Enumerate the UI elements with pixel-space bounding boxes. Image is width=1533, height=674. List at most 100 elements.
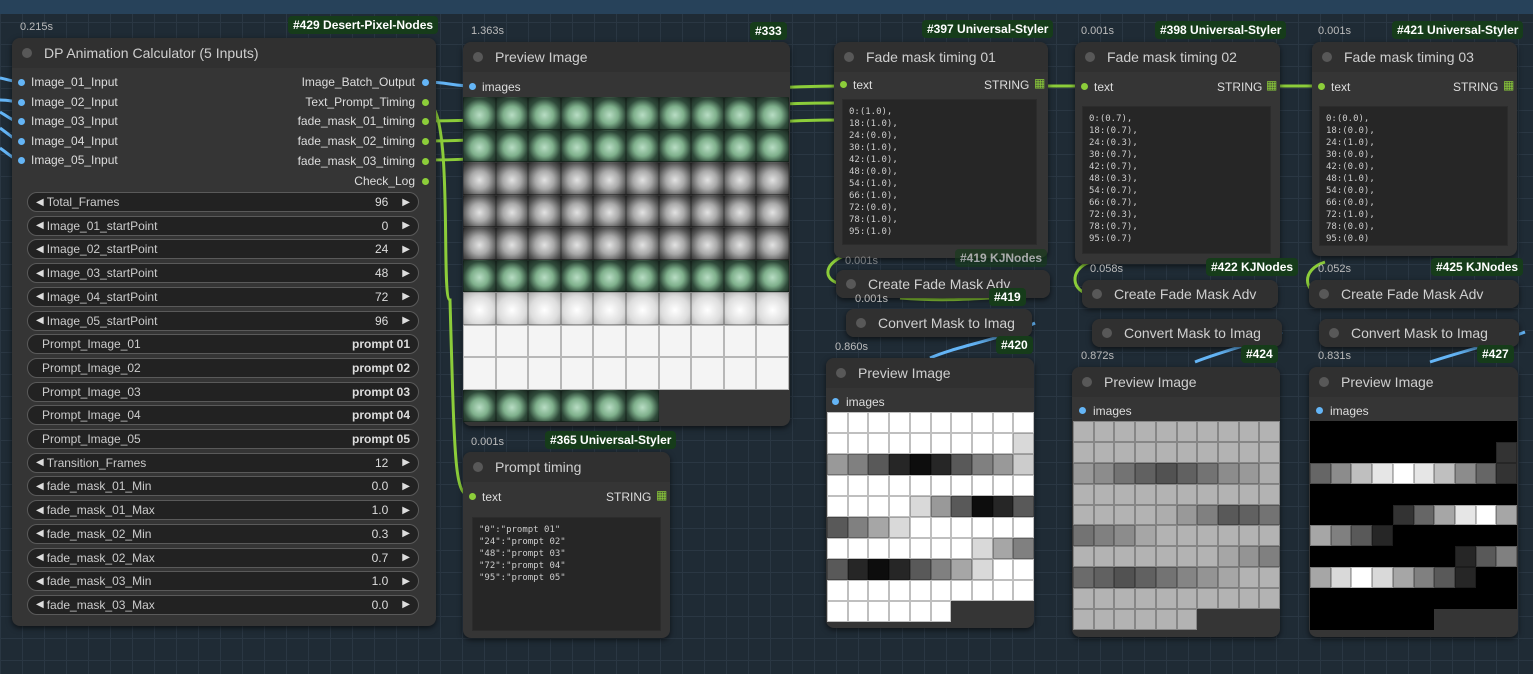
collapse-dot[interactable] <box>1092 289 1102 299</box>
increment-arrow-icon[interactable]: ▶ <box>402 244 410 255</box>
collapse-dot[interactable] <box>1329 328 1339 338</box>
increment-arrow-icon[interactable]: ▶ <box>402 576 410 587</box>
number-widget[interactable]: ◀ fade_mask_03_Min 1.0 ▶ <box>27 571 419 592</box>
node-convert-mask-425[interactable]: Convert Mask to Imag <box>1319 319 1519 347</box>
decrement-arrow-icon[interactable]: ◀ <box>36 291 44 302</box>
mask-frame <box>992 538 1014 559</box>
node-create-fade-mask-425[interactable]: Create Fade Mask Adv <box>1309 280 1519 308</box>
decrement-arrow-icon[interactable]: ◀ <box>36 220 44 231</box>
collapse-dot[interactable] <box>1082 377 1092 387</box>
collapse-dot[interactable] <box>1085 52 1095 62</box>
number-widget[interactable]: ◀ Total_Frames 96 ▶ <box>27 192 419 212</box>
input-socket[interactable] <box>1318 83 1325 90</box>
text-widget[interactable]: Prompt_Image_01 prompt 01 <box>27 334 419 355</box>
increment-arrow-icon[interactable]: ▶ <box>402 291 410 302</box>
collapse-dot[interactable] <box>836 368 846 378</box>
node-header[interactable]: Fade mask timing 01 <box>834 42 1048 72</box>
input-socket[interactable] <box>1081 83 1088 90</box>
collapse-dot[interactable] <box>846 279 856 289</box>
node-header[interactable]: Prompt timing <box>463 452 670 482</box>
decrement-arrow-icon[interactable]: ◀ <box>36 599 44 610</box>
node-header[interactable]: Preview Image <box>1309 367 1518 397</box>
number-widget[interactable]: ◀ fade_mask_01_Min 0.0 ▶ <box>27 476 419 497</box>
node-header[interactable]: Convert Mask to Imag <box>846 309 1032 337</box>
text-widget[interactable]: Prompt_Image_05 prompt 05 <box>27 429 419 449</box>
increment-arrow-icon[interactable]: ▶ <box>402 457 410 468</box>
increment-arrow-icon[interactable]: ▶ <box>402 481 410 492</box>
input-socket[interactable] <box>469 83 476 90</box>
input-socket[interactable] <box>832 398 839 405</box>
input-socket[interactable] <box>18 157 25 164</box>
text-output-area[interactable]: 0:(0.7), 18:(0.7), 24:(0.3), 30:(0.7), 4… <box>1082 106 1271 254</box>
text-widget[interactable]: Prompt_Image_04 prompt 04 <box>27 405 419 426</box>
collapse-dot[interactable] <box>1102 328 1112 338</box>
number-widget[interactable]: ◀ Image_05_startPoint 96 ▶ <box>27 310 419 331</box>
text-widget[interactable]: Prompt_Image_02 prompt 02 <box>27 357 419 378</box>
node-header[interactable]: Convert Mask to Imag <box>1319 319 1519 347</box>
input-socket[interactable] <box>18 118 25 125</box>
text-output-area[interactable]: 0:(1.0), 18:(1.0), 24:(0.0), 30:(1.0), 4… <box>842 99 1037 245</box>
input-socket[interactable] <box>18 137 25 145</box>
number-widget[interactable]: ◀ fade_mask_01_Max 1.0 ▶ <box>27 500 419 521</box>
decrement-arrow-icon[interactable]: ◀ <box>36 505 44 516</box>
text-output-area[interactable]: 0:(0.0), 18:(0.0), 24:(1.0), 30:(0.0), 4… <box>1319 106 1508 246</box>
decrement-arrow-icon[interactable]: ◀ <box>36 268 44 279</box>
collapse-dot[interactable] <box>1322 52 1332 62</box>
decrement-arrow-icon[interactable]: ◀ <box>36 528 44 539</box>
node-header[interactable]: DP Animation Calculator (5 Inputs) <box>12 38 436 68</box>
number-widget[interactable]: ◀ Image_02_startPoint 24 ▶ <box>27 239 419 260</box>
increment-arrow-icon[interactable]: ▶ <box>402 552 410 563</box>
decrement-arrow-icon[interactable]: ◀ <box>36 197 44 208</box>
input-socket[interactable] <box>18 98 25 106</box>
decrement-arrow-icon[interactable]: ◀ <box>36 481 44 492</box>
decrement-arrow-icon[interactable]: ◀ <box>36 552 44 563</box>
decrement-arrow-icon[interactable]: ◀ <box>36 576 44 587</box>
increment-arrow-icon[interactable]: ▶ <box>402 599 410 610</box>
decrement-arrow-icon[interactable]: ◀ <box>36 457 44 468</box>
node-header[interactable]: Fade mask timing 03 <box>1312 42 1517 72</box>
collapse-dot[interactable] <box>1319 289 1329 299</box>
node-convert-mask-422[interactable]: Convert Mask to Imag <box>1092 319 1282 347</box>
number-widget[interactable]: ◀ Image_04_startPoint 72 ▶ <box>27 286 419 307</box>
text-widget[interactable]: Prompt_Image_03 prompt 03 <box>27 381 419 402</box>
number-widget[interactable]: ◀ fade_mask_02_Max 0.7 ▶ <box>27 547 419 568</box>
increment-arrow-icon[interactable]: ▶ <box>402 505 410 516</box>
input-socket[interactable] <box>1079 407 1086 414</box>
node-header[interactable]: Create Fade Mask Adv <box>1082 280 1278 308</box>
node-convert-mask-419[interactable]: Convert Mask to Imag <box>846 309 1032 337</box>
collapse-dot[interactable] <box>22 48 32 58</box>
output-socket[interactable] <box>422 79 429 86</box>
node-header[interactable]: Fade mask timing 02 <box>1075 42 1280 72</box>
node-header[interactable]: Preview Image <box>826 358 1034 388</box>
output-socket[interactable] <box>422 177 429 185</box>
collapse-dot[interactable] <box>844 52 854 62</box>
text-output-area[interactable]: "0":"prompt 01" "24":"prompt 02" "48":"p… <box>472 517 661 631</box>
input-socket[interactable] <box>1316 407 1323 414</box>
node-create-fade-mask-422[interactable]: Create Fade Mask Adv <box>1082 280 1278 308</box>
number-widget[interactable]: ◀ fade_mask_03_Max 0.0 ▶ <box>27 594 419 615</box>
decrement-arrow-icon[interactable]: ◀ <box>36 315 44 326</box>
input-socket[interactable] <box>18 79 25 86</box>
collapse-dot[interactable] <box>473 462 483 472</box>
number-widget[interactable]: ◀ Transition_Frames 12 ▶ <box>27 452 419 473</box>
node-header[interactable]: Preview Image <box>1072 367 1280 397</box>
input-socket[interactable] <box>469 493 476 500</box>
collapse-dot[interactable] <box>1319 377 1329 387</box>
output-socket[interactable] <box>422 98 429 106</box>
increment-arrow-icon[interactable]: ▶ <box>402 197 410 208</box>
node-header[interactable]: Preview Image <box>463 42 790 72</box>
input-socket[interactable] <box>840 81 847 88</box>
collapse-dot[interactable] <box>856 318 866 328</box>
node-header[interactable]: Convert Mask to Imag <box>1092 319 1282 347</box>
increment-arrow-icon[interactable]: ▶ <box>402 528 410 539</box>
collapse-dot[interactable] <box>473 52 483 62</box>
increment-arrow-icon[interactable]: ▶ <box>402 315 410 326</box>
output-socket[interactable] <box>422 157 429 165</box>
number-widget[interactable]: ◀ Image_03_startPoint 48 ▶ <box>27 263 419 284</box>
number-widget[interactable]: ◀ fade_mask_02_Min 0.3 ▶ <box>27 523 419 544</box>
decrement-arrow-icon[interactable]: ◀ <box>36 244 44 255</box>
increment-arrow-icon[interactable]: ▶ <box>402 220 410 231</box>
number-widget[interactable]: ◀ Image_01_startPoint 0 ▶ <box>27 215 419 236</box>
increment-arrow-icon[interactable]: ▶ <box>402 268 410 279</box>
node-header[interactable]: Create Fade Mask Adv <box>1309 280 1519 308</box>
